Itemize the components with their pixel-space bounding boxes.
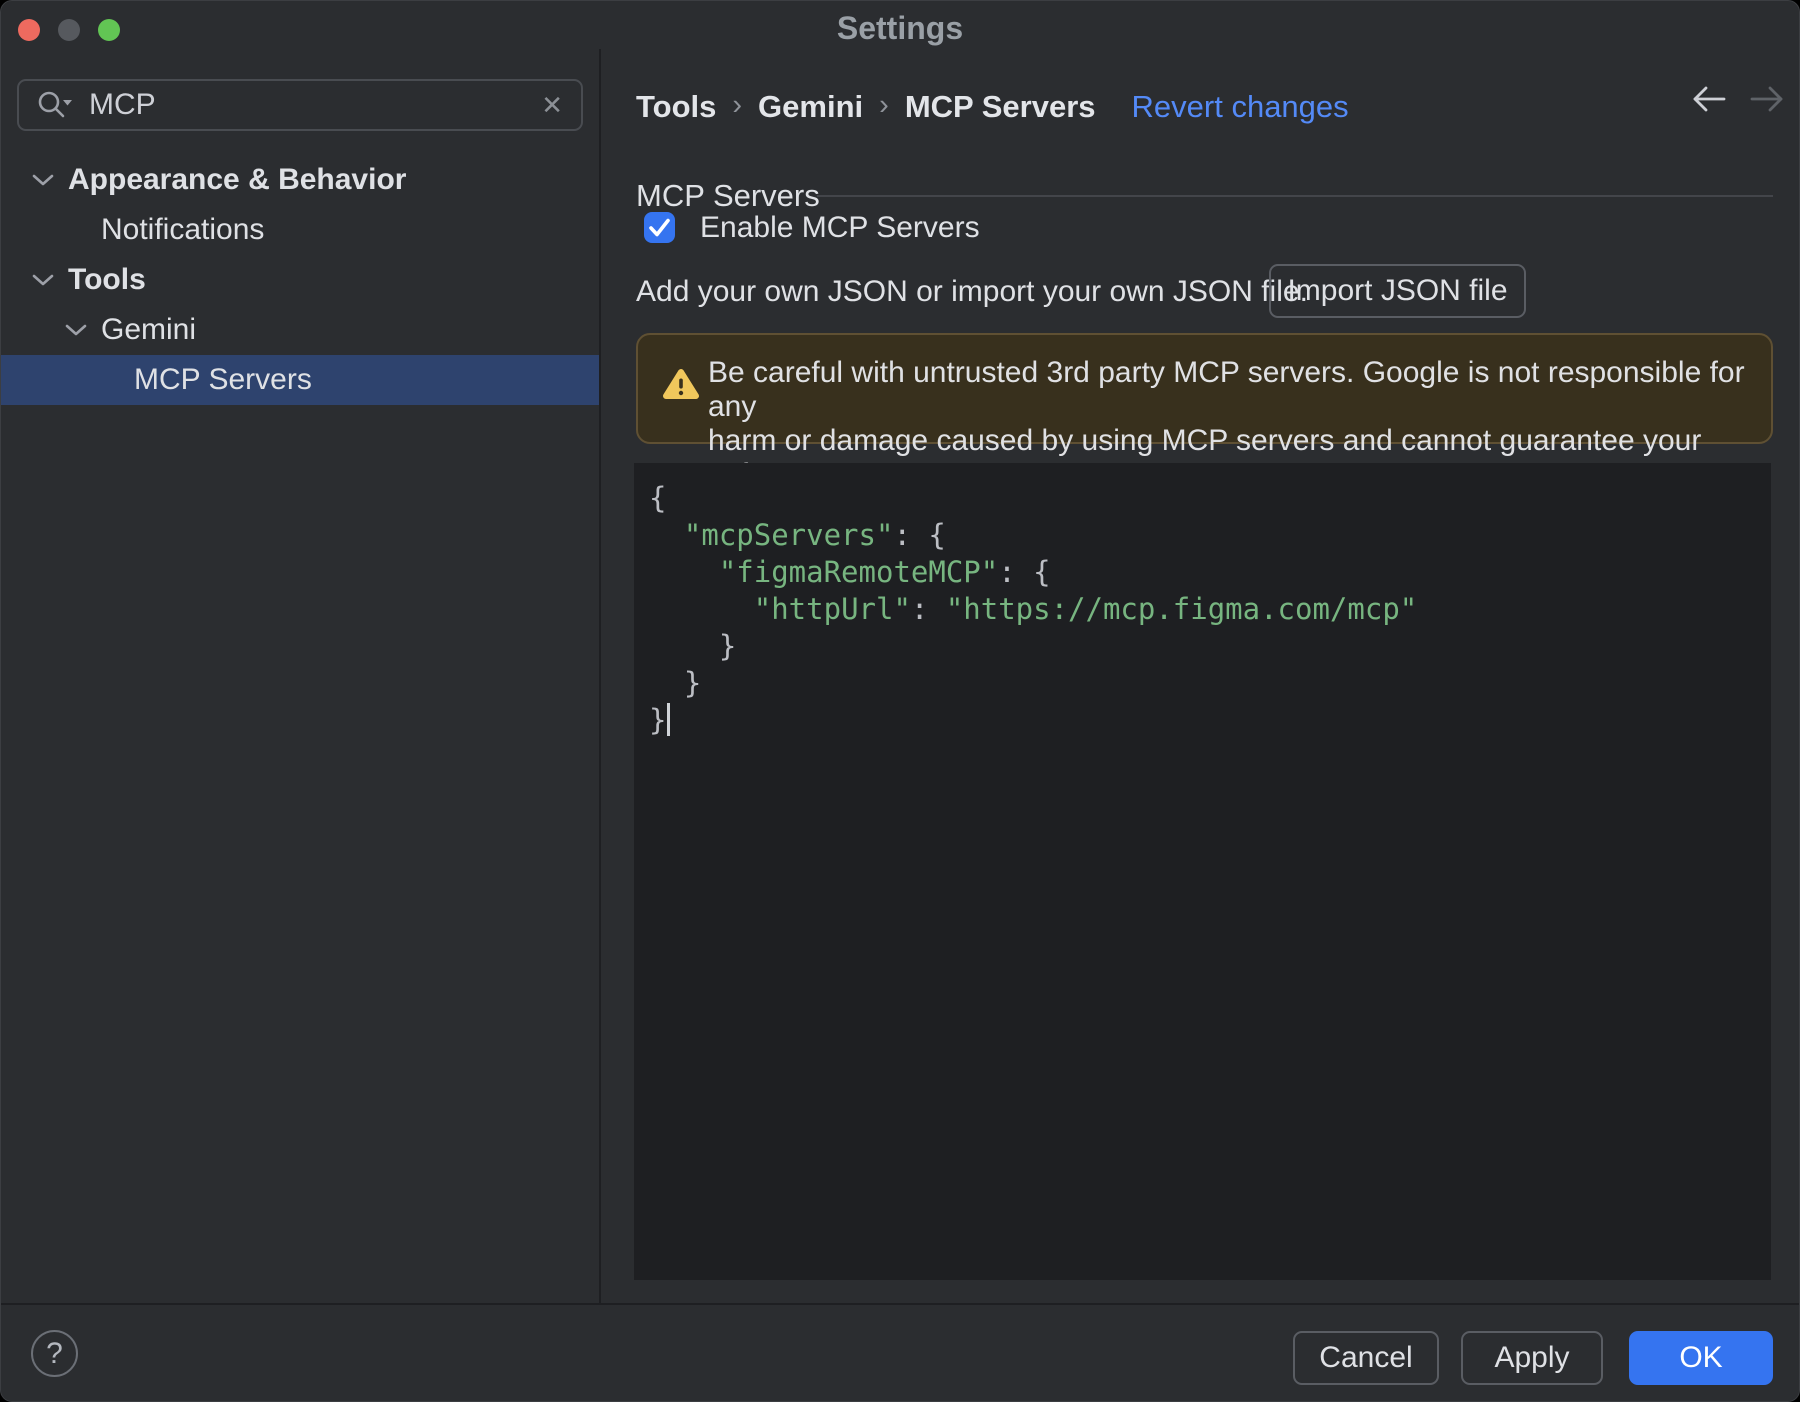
sidebar-item-label: Notifications	[101, 213, 265, 246]
enable-mcp-label: Enable MCP Servers	[700, 211, 980, 244]
history-navigation	[1691, 85, 1785, 113]
sidebar-item-label: Tools	[68, 263, 146, 296]
settings-search-field[interactable]: MCP ✕	[17, 79, 583, 131]
apply-button[interactable]: Apply	[1461, 1331, 1603, 1385]
breadcrumb-item[interactable]: Gemini	[758, 89, 863, 125]
text-cursor	[667, 703, 670, 736]
code-line: }	[649, 666, 702, 700]
section-title: MCP Servers	[636, 178, 820, 213]
code-line: "httpUrl": "https://mcp.figma.com/mcp"	[753, 592, 1418, 626]
chevron-down-icon[interactable]	[31, 174, 55, 187]
clear-search-icon[interactable]: ✕	[541, 92, 563, 118]
code-line: "figmaRemoteMCP": {	[718, 555, 1051, 589]
breadcrumb-item[interactable]: MCP Servers	[905, 89, 1096, 125]
settings-tree: Appearance & Behavior Notifications Tools G…	[1, 155, 599, 405]
help-label: ?	[46, 1336, 63, 1370]
sidebar-item-label: Gemini	[101, 313, 197, 346]
import-hint: Add your own JSON or import your own JSO…	[636, 275, 1308, 308]
sidebar-item-label: MCP Servers	[134, 363, 312, 396]
sidebar-item-tools[interactable]: Tools	[1, 255, 599, 305]
chevron-down-icon[interactable]	[31, 274, 55, 287]
settings-content: Tools › Gemini › MCP Servers Revert changes …	[603, 49, 1799, 1303]
search-icon	[37, 90, 73, 120]
ok-button[interactable]: OK	[1629, 1331, 1773, 1385]
breadcrumb-separator: ›	[879, 89, 889, 121]
revert-changes-link[interactable]: Revert changes	[1132, 89, 1349, 125]
settings-sidebar: MCP ✕ Appearance & Behavior Notifications…	[1, 49, 601, 1303]
sidebar-item-notifications[interactable]: Notifications	[1, 205, 599, 255]
enable-mcp-checkbox[interactable]	[644, 212, 675, 243]
breadcrumb-separator: ›	[732, 89, 743, 121]
window-title: Settings	[836, 10, 964, 46]
json-editor[interactable]: { "mcpServers": { "figmaRemoteMCP": { "h…	[634, 463, 1771, 1280]
breadcrumb-item[interactable]: Tools	[636, 89, 716, 125]
warning-banner: Be careful with untrusted 3rd party MCP …	[636, 333, 1773, 491]
code-line: }	[649, 629, 737, 663]
dialog-footer: ? Cancel Apply OK	[1, 1303, 1799, 1401]
back-arrow-icon[interactable]	[1691, 85, 1727, 113]
forward-arrow-icon[interactable]	[1749, 85, 1785, 113]
help-button[interactable]: ?	[31, 1330, 78, 1377]
checkmark-icon	[644, 212, 675, 243]
code-line: }	[649, 702, 1771, 739]
warning-triangle-icon	[662, 367, 700, 401]
code-line: "mcpServers": {	[683, 518, 946, 552]
import-json-button[interactable]: Import JSON file	[1269, 264, 1526, 318]
cancel-button[interactable]: Cancel	[1293, 1331, 1439, 1385]
breadcrumb-items: Tools › Gemini › MCP Servers	[636, 89, 1096, 125]
sidebar-item-appearance-behavior[interactable]: Appearance & Behavior	[1, 155, 599, 205]
search-input-value[interactable]: MCP	[89, 88, 156, 122]
settings-window: Settings MCP ✕ Appearance & Behavior Noti…	[0, 0, 1800, 1402]
code-line: {	[649, 481, 667, 515]
breadcrumb: Tools › Gemini › MCP Servers Revert changes	[636, 89, 1349, 125]
section-divider	[817, 195, 1773, 197]
chevron-down-icon[interactable]	[64, 324, 88, 337]
sidebar-item-mcp-servers[interactable]: MCP Servers	[1, 355, 599, 405]
titlebar: Settings	[1, 1, 1799, 49]
sidebar-item-label: Appearance & Behavior	[68, 163, 407, 196]
warning-text-line: Be careful with untrusted 3rd party MCP …	[708, 356, 1745, 423]
sidebar-item-gemini[interactable]: Gemini	[1, 305, 599, 355]
